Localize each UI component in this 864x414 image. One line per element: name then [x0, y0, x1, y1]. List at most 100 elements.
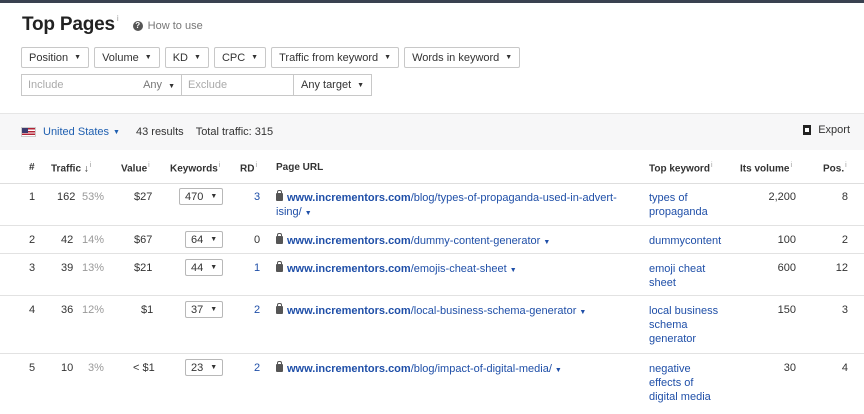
- page-title: Top Pages: [22, 14, 115, 35]
- row-traffic-pct: 53%: [82, 191, 105, 203]
- col-traffic[interactable]: Traffic ↓i: [51, 162, 91, 174]
- lock-icon: [276, 303, 283, 314]
- results-summary: United States ▼ 43 results Total traffic…: [21, 124, 273, 140]
- include-input[interactable]: Include Any ▼: [21, 74, 181, 96]
- top-keyword-link[interactable]: local business schema generator: [649, 304, 725, 346]
- include-placeholder: Include: [28, 79, 64, 91]
- row-num: 1: [29, 191, 36, 203]
- page-url-link[interactable]: www.incrementors.com/blog/types-of-propa…: [276, 190, 617, 221]
- col-top-keyword[interactable]: Top keywordi: [649, 162, 713, 174]
- caret-down-icon: ▼: [168, 83, 175, 90]
- row-pos: 12: [835, 262, 848, 274]
- row-rd-link[interactable]: 1: [254, 262, 260, 274]
- keywords-count: 23: [191, 361, 204, 374]
- table-row: 3 39 13% $21 44 ▼ 1 www.incrementors.com/…: [0, 254, 864, 296]
- page-url-link[interactable]: www.incrementors.com/blog/impact-of-digi…: [276, 361, 562, 378]
- caret-down-icon[interactable]: ▼: [579, 309, 586, 316]
- url-domain: www.incrementors.com: [287, 235, 411, 247]
- col-rd[interactable]: RDi: [240, 162, 257, 174]
- caret-down-icon[interactable]: ▼: [543, 239, 550, 246]
- caret-down-icon: ▼: [210, 193, 218, 200]
- filter-kd-button[interactable]: KD ▼: [164, 47, 209, 68]
- row-rd-link[interactable]: 3: [254, 191, 260, 203]
- include-mode-select[interactable]: Any ▼: [143, 79, 175, 91]
- page-url-link[interactable]: www.incrementors.com/emojis-cheat-sheet ▼: [276, 261, 517, 278]
- col-rd-label: RD: [240, 163, 255, 175]
- top-keyword-link[interactable]: negative effects of digital media: [649, 362, 725, 404]
- top-keyword-link[interactable]: types of propaganda: [649, 191, 731, 219]
- caret-down-icon[interactable]: ▼: [113, 129, 120, 136]
- col-pos-label: Pos.: [823, 163, 845, 175]
- caret-down-icon: ▼: [210, 306, 218, 313]
- row-traffic-pct: 13%: [82, 262, 105, 274]
- caret-down-icon: ▼: [74, 54, 82, 61]
- filter-cpc-button[interactable]: CPC ▼: [213, 47, 267, 68]
- url-domain: www.incrementors.com: [287, 305, 411, 317]
- row-volume: 100: [777, 234, 796, 246]
- filter-label: Volume: [102, 51, 139, 64]
- caret-down-icon[interactable]: ▼: [555, 367, 562, 374]
- row-pos: 4: [841, 362, 848, 374]
- filter-words-in-keyword-button[interactable]: Words in keyword ▼: [404, 47, 521, 68]
- info-icon: i: [790, 162, 793, 169]
- row-value: < $1: [133, 362, 155, 374]
- us-flag-icon: [21, 127, 36, 137]
- filter-volume-button[interactable]: Volume ▼: [94, 47, 160, 68]
- row-value: $1: [141, 304, 154, 316]
- caret-down-icon[interactable]: ▼: [305, 210, 312, 217]
- info-icon[interactable]: i: [117, 14, 119, 23]
- col-its-volume[interactable]: Its volumei: [740, 162, 792, 174]
- row-pos: 2: [841, 234, 848, 246]
- top-keyword-link[interactable]: emoji cheat sheet: [649, 262, 731, 290]
- info-icon: i: [148, 162, 150, 169]
- keywords-dropdown[interactable]: 470 ▼: [179, 188, 224, 205]
- how-to-use-link[interactable]: ? How to use: [132, 20, 203, 32]
- col-pos[interactable]: Pos.i: [823, 162, 847, 174]
- caret-down-icon: ▼: [251, 54, 259, 61]
- keywords-dropdown[interactable]: 44 ▼: [185, 259, 224, 276]
- table-header: # Traffic ↓i Valuei Keywordsi RDi Page U…: [0, 150, 864, 184]
- url-path: /blog/types-of-propaganda-used-in-advert…: [410, 192, 617, 204]
- country-select[interactable]: United States: [43, 126, 109, 138]
- top-bar: [0, 0, 864, 3]
- keywords-dropdown[interactable]: 23 ▼: [185, 359, 224, 376]
- caret-down-icon: ▼: [505, 54, 513, 61]
- lock-icon: [276, 361, 283, 372]
- row-volume: 600: [777, 262, 796, 274]
- row-rd-link[interactable]: 2: [254, 362, 260, 374]
- exclude-input[interactable]: Exclude: [181, 74, 293, 96]
- caret-down-icon[interactable]: ▼: [510, 267, 517, 274]
- row-volume: 150: [777, 304, 796, 316]
- row-traffic: 162: [57, 191, 76, 203]
- page-url-link[interactable]: www.incrementors.com/local-business-sche…: [276, 303, 586, 320]
- filter-label: KD: [172, 51, 188, 64]
- row-volume: 30: [783, 362, 796, 374]
- export-icon: [803, 125, 812, 135]
- export-button[interactable]: Export: [803, 124, 850, 136]
- keywords-dropdown[interactable]: 64 ▼: [185, 231, 224, 248]
- keywords-count: 470: [185, 190, 204, 203]
- filter-position-button[interactable]: Position ▼: [21, 47, 90, 68]
- col-its-volume-label: Its volume: [740, 163, 790, 175]
- lock-icon: [276, 261, 283, 272]
- url-domain: www.incrementors.com: [287, 192, 411, 204]
- filter-traffic-from-keyword-button[interactable]: Traffic from keyword ▼: [271, 47, 400, 68]
- top-keyword-link[interactable]: dummycontent: [649, 234, 731, 248]
- col-keywords[interactable]: Keywordsi: [170, 162, 220, 174]
- col-value[interactable]: Valuei: [121, 162, 150, 174]
- keywords-count: 64: [191, 233, 204, 246]
- table-row: 2 42 14% $67 64 ▼ 0 www.incrementors.com/…: [0, 226, 864, 254]
- search-row: Include Any ▼ Exclude Any target ▼: [21, 74, 373, 96]
- sort-down-icon: ↓: [83, 163, 89, 175]
- row-volume: 2,200: [768, 191, 796, 203]
- target-select[interactable]: Any target ▼: [293, 74, 373, 96]
- filter-label: CPC: [221, 51, 246, 64]
- page-url-link[interactable]: www.incrementors.com/dummy-content-gener…: [276, 233, 550, 250]
- row-traffic: 39: [61, 262, 74, 274]
- total-traffic: Total traffic: 315: [195, 126, 274, 138]
- row-traffic: 10: [61, 362, 74, 374]
- keywords-dropdown[interactable]: 37 ▼: [185, 301, 224, 318]
- info-icon: i: [845, 162, 847, 169]
- row-rd-link[interactable]: 2: [254, 304, 260, 316]
- include-mode-label: Any: [143, 79, 163, 91]
